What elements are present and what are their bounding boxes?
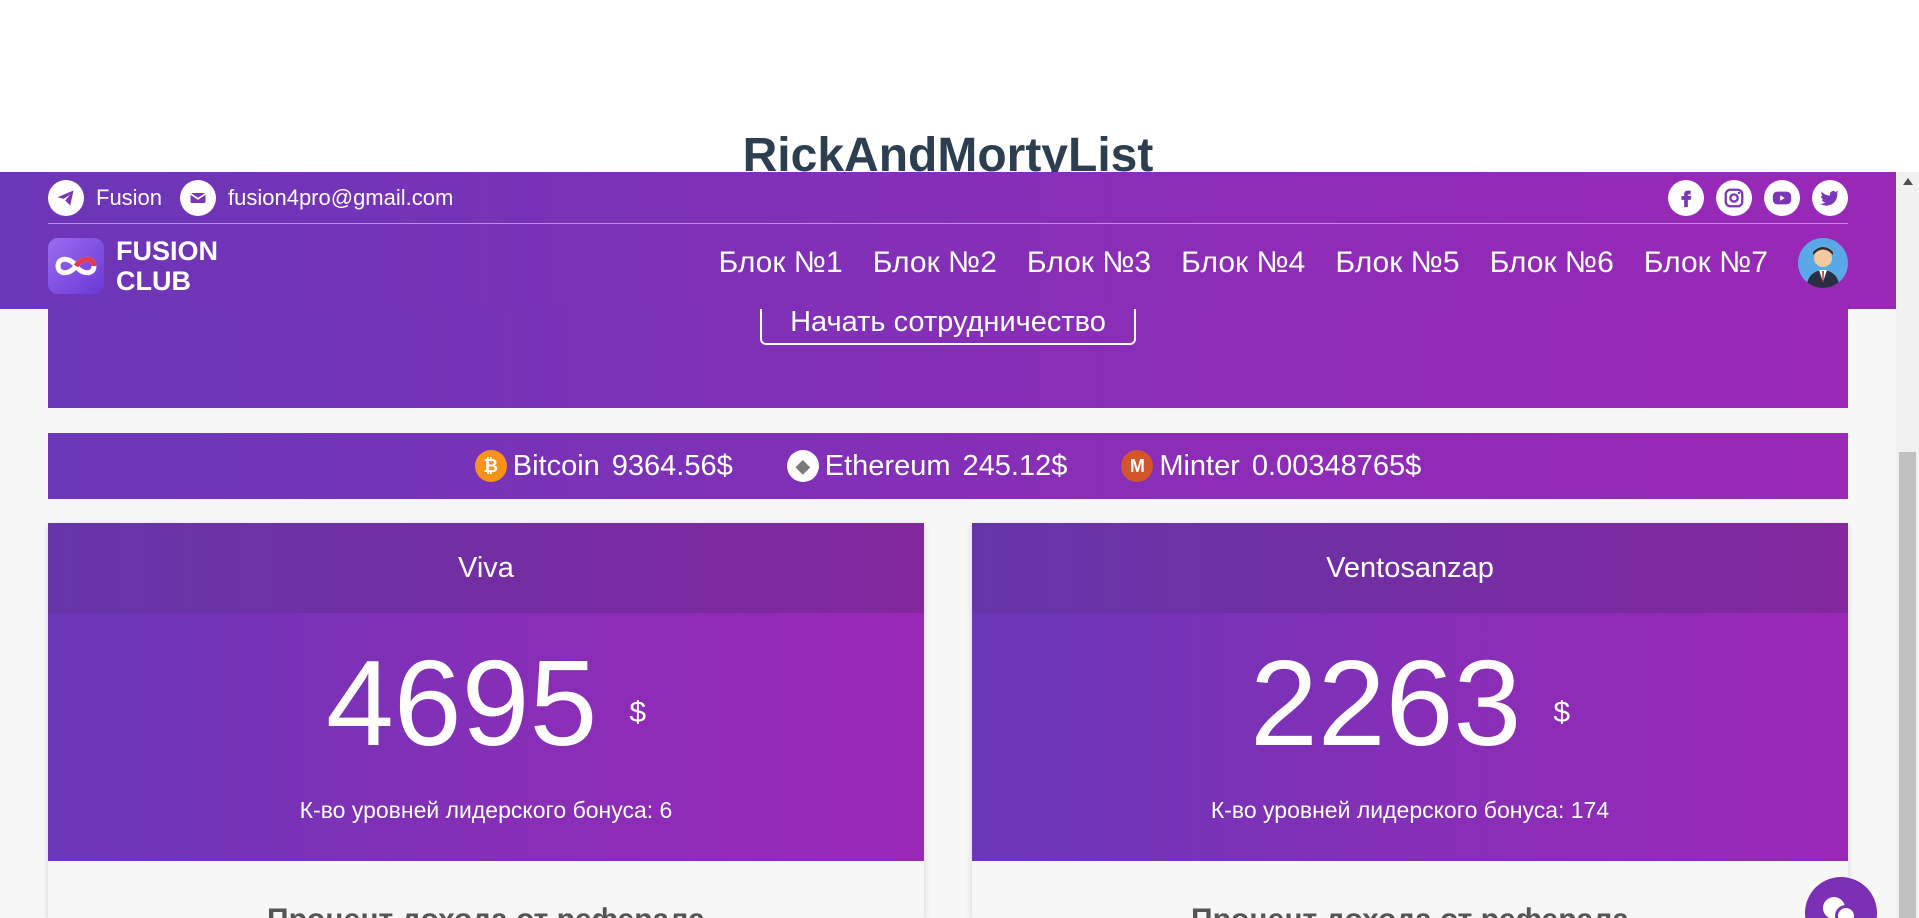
card-currency: $ <box>1553 696 1571 729</box>
card-currency: $ <box>629 696 647 729</box>
scroll-up-arrow-icon[interactable] <box>1903 178 1913 185</box>
ticker-item-ethereum: ◆ Ethereum 245.12$ <box>786 449 1068 483</box>
card-amount: 4695 <box>325 635 598 771</box>
logo[interactable]: FUSION CLUB <box>48 236 218 296</box>
card-body: 2263 $ К-во уровней лидерского бонуса: 1… <box>972 613 1848 861</box>
avatar[interactable] <box>1798 238 1848 288</box>
contact-bar: Fusion fusion4pro@gmail.com <box>48 172 1848 224</box>
card-levels: К-во уровней лидерского бонуса: 174 <box>1210 797 1610 823</box>
youtube-icon[interactable] <box>1764 180 1800 216</box>
card-footer: Процент дохода от реферала <box>48 861 924 918</box>
coin-price: 245.12$ <box>962 449 1068 482</box>
bitcoin-icon: ₿ <box>474 450 507 482</box>
nav-item-block-1[interactable]: Блок №1 <box>718 246 842 280</box>
income-card-ventosanzap: Ventosanzap 2263 $ К-во уровней лидерско… <box>972 523 1848 918</box>
scrollbar-thumb[interactable] <box>1899 452 1916 918</box>
card-footer: Процент дохода от реферала <box>972 861 1848 918</box>
hero-banner: Начать сотрудничество <box>48 300 1848 408</box>
mail-icon <box>180 180 216 216</box>
social-links <box>1668 180 1848 216</box>
twitter-icon[interactable] <box>1812 180 1848 216</box>
coin-name: Bitcoin <box>512 449 600 482</box>
card-amount: 2263 <box>1249 635 1522 771</box>
card-body: 4695 $ К-во уровней лидерского бонуса: 6 <box>48 613 924 861</box>
ticker-item-minter: M Minter 0.00348765$ <box>1121 450 1421 483</box>
card-title: Viva <box>48 523 924 613</box>
nav-item-block-3[interactable]: Блок №3 <box>1027 246 1151 280</box>
instagram-icon[interactable] <box>1716 180 1752 216</box>
crypto-ticker: ₿ Bitcoin 9364.56$ ◆ Ethereum 245.12$ M … <box>48 433 1848 499</box>
email-label: fusion4pro@gmail.com <box>228 185 454 210</box>
facebook-icon[interactable] <box>1668 180 1704 216</box>
nav-item-block-5[interactable]: Блок №5 <box>1335 246 1459 280</box>
logo-text-line2: CLUB <box>116 266 191 296</box>
card-title: Ventosanzap <box>972 523 1848 613</box>
page-title: RickAndMortyList <box>742 129 1154 176</box>
nav-item-block-7[interactable]: Блок №7 <box>1644 246 1768 280</box>
coin-price: 0.00348765$ <box>1251 449 1422 482</box>
logo-text-line1: FUSION <box>116 236 219 266</box>
email-contact[interactable]: fusion4pro@gmail.com <box>180 180 453 216</box>
nav-item-block-6[interactable]: Блок №6 <box>1490 246 1614 280</box>
telegram-icon <box>48 180 84 216</box>
card-footer-text: Процент дохода от реферала <box>972 903 1848 918</box>
chat-bubble-icon-secondary <box>1835 905 1857 918</box>
site-header: Fusion fusion4pro@gmail.com FUSION CLUB … <box>0 172 1896 309</box>
ethereum-icon: ◆ <box>786 450 819 482</box>
telegram-contact[interactable]: Fusion <box>48 180 162 216</box>
income-card-viva: Viva 4695 $ К-во уровней лидерского бону… <box>48 523 924 918</box>
infinity-logo-icon <box>48 238 104 294</box>
minter-icon: M <box>1121 450 1154 482</box>
coin-name: Minter <box>1159 449 1240 482</box>
main-nav: Блок №1 Блок №2 Блок №3 Блок №4 Блок №5 … <box>718 238 1848 288</box>
telegram-label: Fusion <box>96 185 163 210</box>
nav-item-block-2[interactable]: Блок №2 <box>873 246 997 280</box>
card-footer-text: Процент дохода от реферала <box>48 903 924 918</box>
nav-item-block-4[interactable]: Блок №4 <box>1181 246 1305 280</box>
coin-price: 9364.56$ <box>611 449 733 482</box>
ticker-item-bitcoin: ₿ Bitcoin 9364.56$ <box>474 449 733 483</box>
card-levels: К-во уровней лидерского бонуса: 6 <box>299 797 673 823</box>
coin-name: Ethereum <box>824 449 951 482</box>
